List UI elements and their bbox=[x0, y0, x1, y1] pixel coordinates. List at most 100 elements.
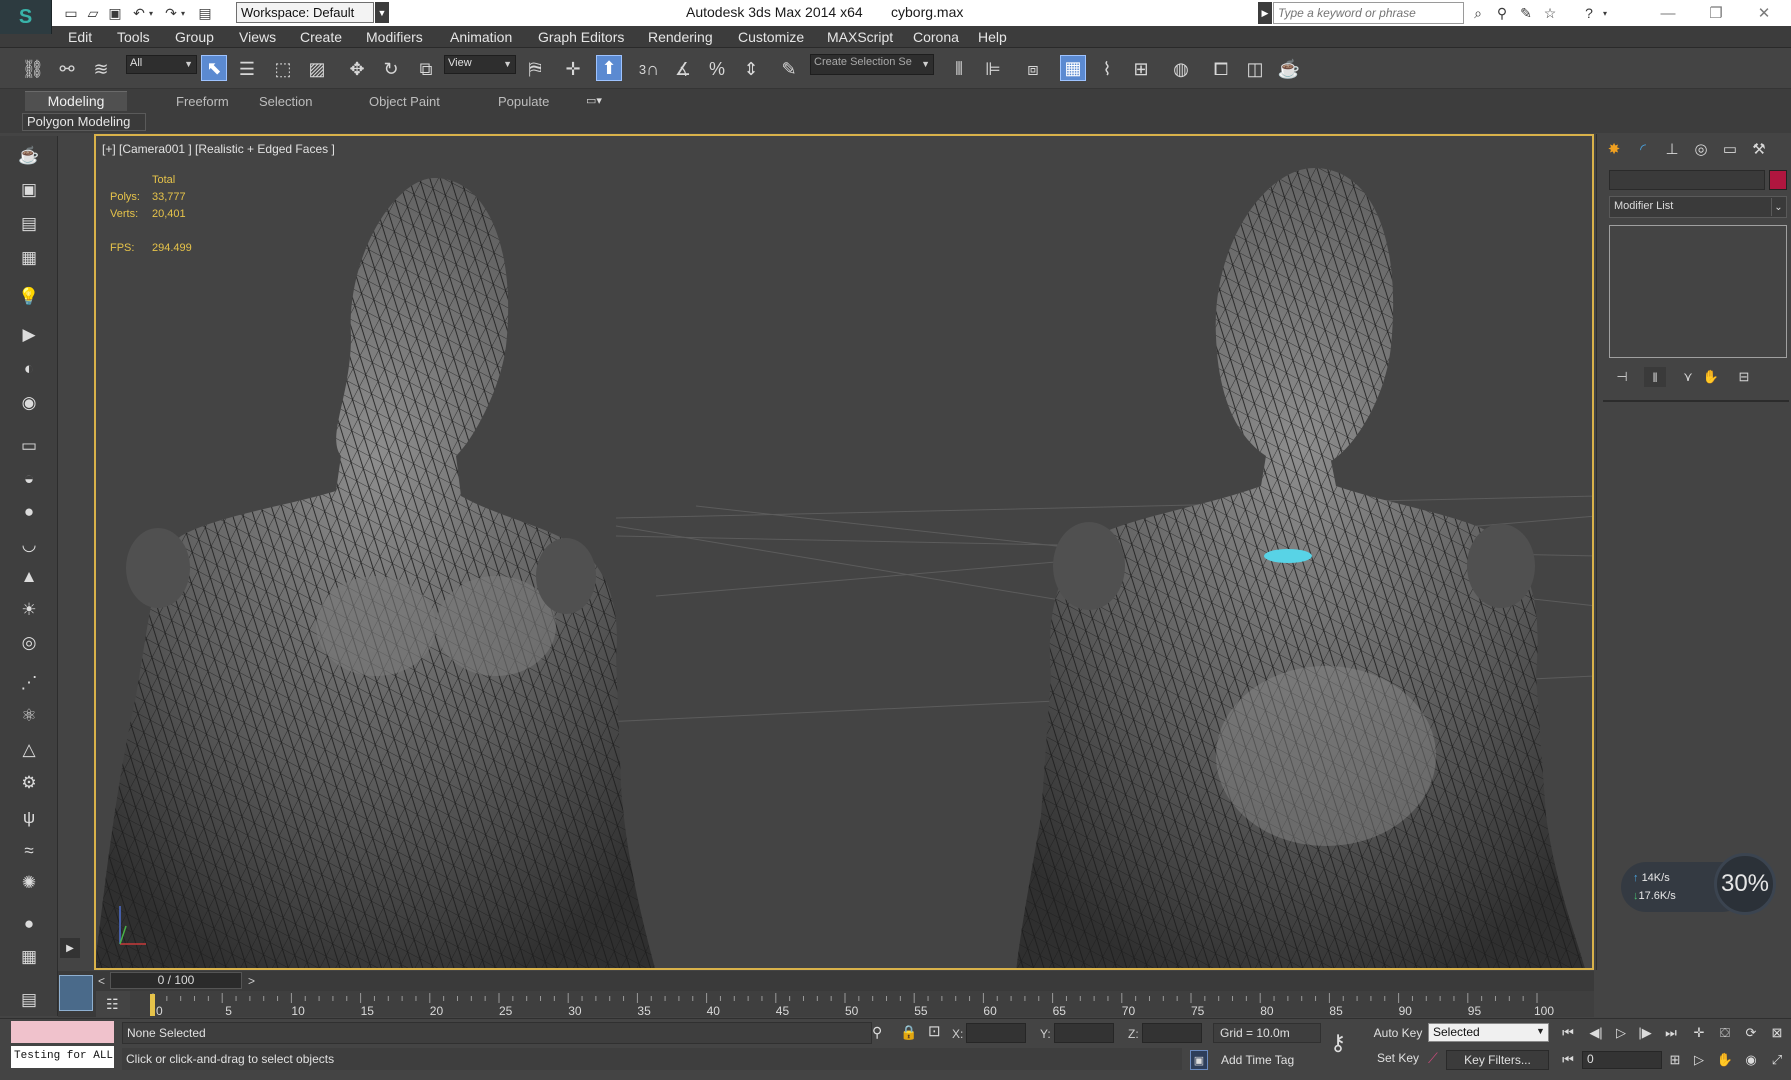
maxscript-mini-listener[interactable]: Testing for ALL bbox=[11, 1046, 114, 1068]
previous-frame-icon[interactable]: ◀| bbox=[1585, 1023, 1607, 1043]
angle-snap-icon[interactable]: ∡ bbox=[670, 56, 696, 82]
app-logo-icon[interactable]: S bbox=[0, 0, 52, 34]
layer-explorer-icon[interactable]: ▤ bbox=[17, 212, 41, 236]
create-tab-icon[interactable]: ✸ bbox=[1601, 137, 1627, 161]
render-production-icon[interactable]: ☕ bbox=[1276, 56, 1302, 82]
time-cursor[interactable] bbox=[150, 994, 155, 1016]
viewport-camera[interactable]: [+] [Camera001 ] [Realistic + Edged Face… bbox=[94, 134, 1594, 970]
tab-freeform[interactable]: Freeform bbox=[168, 93, 237, 110]
motion-tab-icon[interactable]: ◎ bbox=[1688, 137, 1714, 161]
make-unique-icon[interactable]: ⋎ bbox=[1677, 367, 1699, 387]
menu-graph-editors[interactable]: Graph Editors bbox=[538, 29, 624, 45]
render-setup-icon[interactable]: ⧠ bbox=[1208, 56, 1234, 82]
ribbon-options-icon[interactable]: ▭▾ bbox=[586, 94, 602, 107]
spinner-snap-icon[interactable]: ⇕ bbox=[738, 56, 764, 82]
remove-modifier-icon[interactable]: ✋ bbox=[1700, 367, 1722, 387]
absolute-mode-icon[interactable]: ⊡ bbox=[928, 1022, 941, 1040]
menu-rendering[interactable]: Rendering bbox=[648, 29, 713, 45]
window-crossing-icon[interactable]: ▨ bbox=[304, 56, 330, 82]
dome-icon[interactable]: ◒ bbox=[17, 467, 41, 491]
scene-explorer-icon[interactable]: ▣ bbox=[17, 178, 41, 202]
percent-snap-icon[interactable]: % bbox=[704, 56, 730, 82]
project-folder-icon[interactable]: ▤ bbox=[196, 4, 214, 22]
time-configuration-icon[interactable]: ⊞ bbox=[1664, 1050, 1686, 1070]
select-and-rotate-icon[interactable]: ↻ bbox=[378, 56, 404, 82]
time-slider-thumb[interactable]: 0 / 100 bbox=[110, 972, 242, 989]
tab-object-paint[interactable]: Object Paint bbox=[361, 93, 448, 110]
menu-maxscript[interactable]: MAXScript bbox=[827, 29, 893, 45]
current-frame-field[interactable]: 0 bbox=[1582, 1051, 1662, 1069]
utilities-tab-icon[interactable]: ⚒ bbox=[1746, 137, 1772, 161]
set-key-button[interactable]: Set Key bbox=[1372, 1051, 1424, 1065]
selection-filter-select[interactable]: All ▼ bbox=[126, 55, 197, 74]
help-dropdown-icon[interactable]: ▾ bbox=[1600, 4, 1610, 22]
maximize-toggle-icon[interactable]: ⤢ bbox=[1766, 1050, 1788, 1070]
render-sphere-icon[interactable]: ● bbox=[17, 912, 41, 936]
play-icon[interactable]: ▷ bbox=[1610, 1023, 1632, 1043]
menu-tools[interactable]: Tools bbox=[117, 29, 150, 45]
field-of-view-icon[interactable]: ▷ bbox=[1688, 1050, 1710, 1070]
hierarchy-tab-icon[interactable]: ⊥ bbox=[1659, 137, 1685, 161]
mirror-icon[interactable]: ⫴ bbox=[946, 56, 972, 82]
edit-named-selection-icon[interactable]: ✎ bbox=[776, 56, 802, 82]
grid-icon[interactable]: ▦ bbox=[17, 945, 41, 969]
material-editor-icon[interactable]: ◍ bbox=[1168, 56, 1194, 82]
select-by-name-icon[interactable]: ☰ bbox=[234, 56, 260, 82]
restore-button[interactable]: ❐ bbox=[1693, 0, 1739, 26]
key-filters-button[interactable]: Key Filters... bbox=[1446, 1050, 1549, 1070]
maxscript-listener-field[interactable] bbox=[11, 1021, 114, 1043]
particles-icon[interactable]: ⋰ bbox=[17, 671, 41, 695]
time-slider-prev[interactable]: < bbox=[98, 974, 105, 988]
select-and-manipulate-icon[interactable]: ✛ bbox=[560, 56, 586, 82]
minimize-button[interactable]: — bbox=[1645, 0, 1691, 26]
mesh-icon[interactable]: △ bbox=[17, 738, 41, 762]
workspace-dropdown-icon[interactable]: ▼ bbox=[375, 2, 389, 23]
grass-icon[interactable]: ψ bbox=[17, 806, 41, 830]
favorites-icon[interactable]: ☆ bbox=[1541, 4, 1559, 22]
help-icon[interactable]: ? bbox=[1580, 4, 1598, 22]
rectangular-selection-icon[interactable]: ⬚ bbox=[270, 56, 296, 82]
key-selection-dropdown[interactable]: Selected bbox=[1428, 1023, 1549, 1042]
tab-selection[interactable]: Selection bbox=[251, 93, 320, 110]
tab-populate[interactable]: Populate bbox=[490, 93, 557, 110]
search-input[interactable] bbox=[1273, 2, 1464, 24]
workspace-select[interactable]: Workspace: Default bbox=[236, 2, 374, 23]
helper-icon[interactable]: ◐ bbox=[17, 357, 41, 381]
manage-layers-icon[interactable]: ⧈ bbox=[1020, 56, 1046, 82]
menu-edit[interactable]: Edit bbox=[68, 29, 92, 45]
zoom-icon[interactable]: ✛ bbox=[1688, 1023, 1710, 1043]
chevron-down-icon[interactable]: ⌄ bbox=[1771, 198, 1785, 216]
menu-customize[interactable]: Customize bbox=[738, 29, 804, 45]
memory-usage-circle[interactable]: 30% bbox=[1714, 853, 1776, 915]
close-button[interactable]: ✕ bbox=[1741, 0, 1787, 26]
z-coord-field[interactable] bbox=[1142, 1023, 1202, 1043]
redo-dropdown-icon[interactable]: ▾ bbox=[178, 4, 188, 22]
auto-key-button[interactable]: Auto Key bbox=[1372, 1026, 1424, 1040]
orbit-icon[interactable]: ⟳ bbox=[1740, 1023, 1762, 1043]
new-file-icon[interactable]: ▭ bbox=[62, 4, 80, 22]
menu-corona[interactable]: Corona bbox=[913, 29, 959, 45]
menu-views[interactable]: Views bbox=[239, 29, 276, 45]
material-sphere-icon[interactable]: ◎ bbox=[17, 631, 41, 655]
orbit-subobject-icon[interactable]: ◉ bbox=[1740, 1050, 1762, 1070]
light-bulb-icon[interactable]: 💡 bbox=[17, 285, 41, 309]
next-frame-icon[interactable]: |▶ bbox=[1634, 1023, 1656, 1043]
rendered-frame-window-icon[interactable]: ◫ bbox=[1242, 56, 1268, 82]
bind-space-warp-icon[interactable]: ≋ bbox=[88, 56, 114, 82]
viewport-label[interactable]: [+] [Camera001 ] [Realistic + Edged Face… bbox=[102, 142, 335, 156]
viewport-layout-icon[interactable] bbox=[59, 975, 93, 1011]
pan-view-icon[interactable]: ✋ bbox=[1714, 1050, 1736, 1070]
search-expand-icon[interactable]: ▶ bbox=[1258, 2, 1272, 24]
pin-stack-icon[interactable]: ⊣ bbox=[1611, 367, 1633, 387]
render-icon[interactable]: ◉ bbox=[17, 391, 41, 415]
named-selection-select[interactable]: Create Selection Se ▼ bbox=[810, 54, 934, 75]
curve-editor-icon[interactable]: ⌇ bbox=[1094, 56, 1120, 82]
zoom-all-icon[interactable]: ⛋ bbox=[1714, 1023, 1736, 1043]
bowl-icon[interactable]: ◡ bbox=[17, 533, 41, 557]
camera-icon[interactable]: ▶ bbox=[17, 323, 41, 347]
key-mode-toggle-icon[interactable]: ⏮ bbox=[1557, 1050, 1579, 1070]
time-slider-track[interactable] bbox=[96, 971, 1594, 991]
molecule-icon[interactable]: ⚛ bbox=[17, 704, 41, 728]
add-time-tag-button[interactable]: Add Time Tag bbox=[1213, 1049, 1321, 1071]
go-to-end-icon[interactable]: ⏭ bbox=[1660, 1023, 1682, 1043]
